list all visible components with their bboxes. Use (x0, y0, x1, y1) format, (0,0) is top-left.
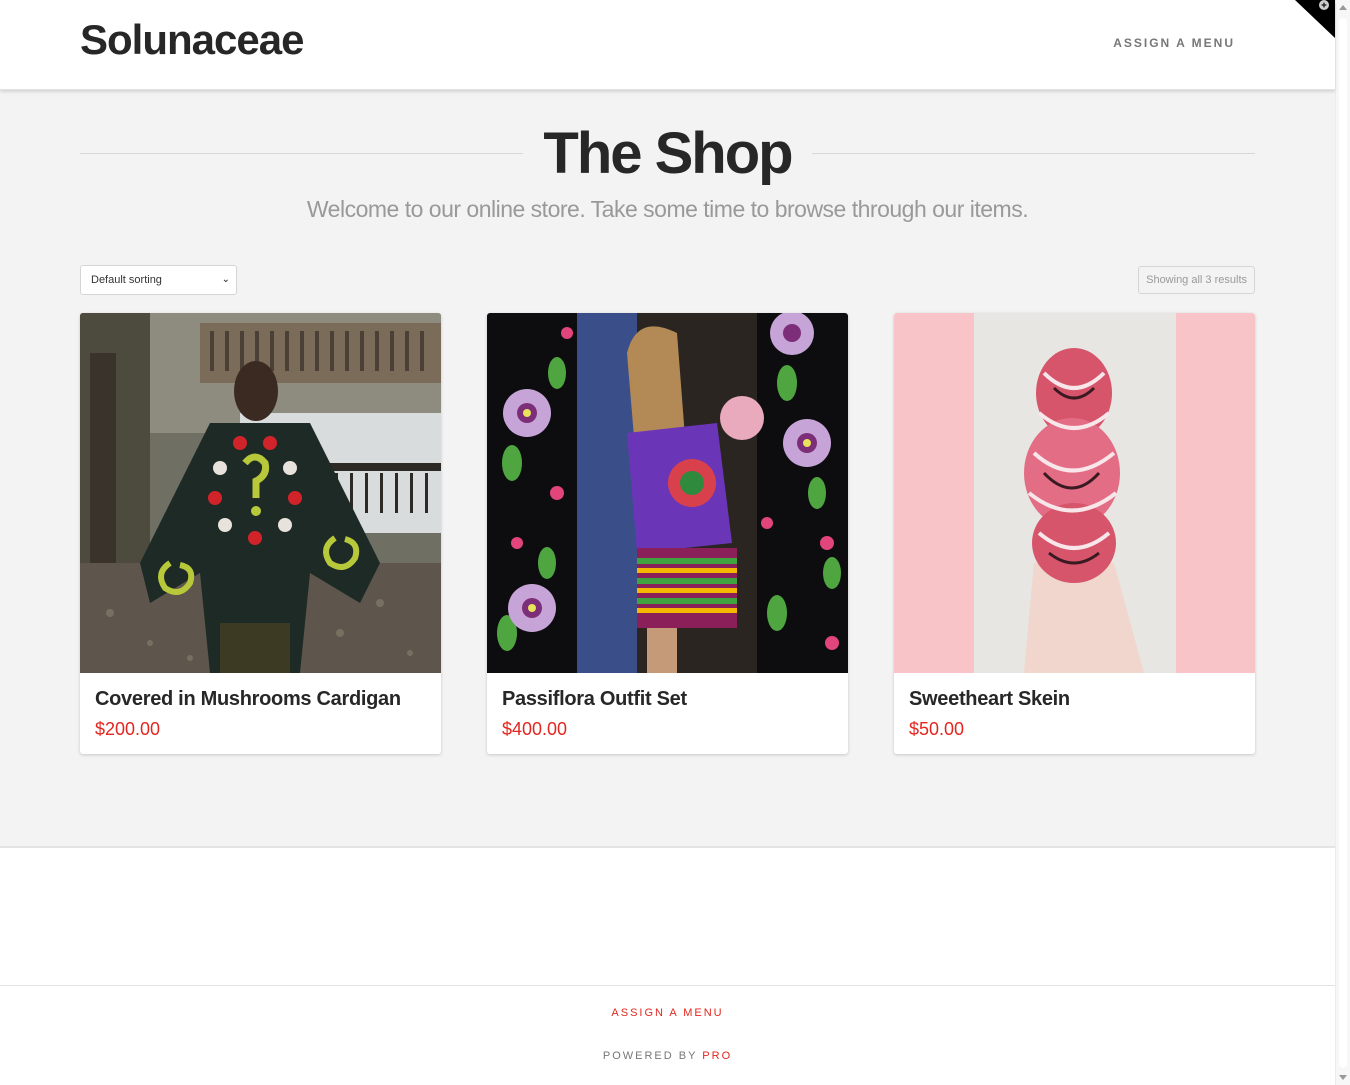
product-name[interactable]: Sweetheart Skein (909, 688, 1070, 711)
product-grid: Covered in Mushrooms Cardigan $200.00 Pa… (80, 313, 1255, 755)
result-count: Showing all 3 results (1138, 266, 1255, 294)
product-price: $200.00 (95, 719, 161, 739)
product-card[interactable]: Passiflora Outfit Set $400.00 (487, 313, 848, 754)
chevron-down-icon[interactable] (1339, 1075, 1347, 1080)
sorting-select[interactable]: Default sorting ⌄ (80, 265, 237, 295)
product-image-cardigan[interactable] (80, 313, 441, 673)
product-image-passiflora[interactable] (487, 313, 848, 673)
page-subtitle: Welcome to our online store. Take some t… (306, 196, 1029, 222)
footer-widget-area (0, 848, 1335, 985)
site-brand-link[interactable]: Solunaceae (80, 16, 304, 64)
product-price: $50.00 (909, 719, 965, 739)
footer-assign-menu-link[interactable]: ASSIGN A MENU (0, 1007, 1335, 1019)
product-name[interactable]: Covered in Mushrooms Cardigan (95, 688, 401, 711)
product-name[interactable]: Passiflora Outfit Set (502, 688, 687, 711)
powered-by-text: POWERED BY PRO (0, 1050, 1335, 1062)
powered-by-pro-link[interactable]: PRO (702, 1050, 732, 1062)
product-card[interactable]: Covered in Mushrooms Cardigan $200.00 (80, 313, 441, 754)
scrollbar-thumb[interactable] (1339, 18, 1347, 1068)
sorting-select-value: Default sorting (91, 274, 162, 286)
site-footer: ASSIGN A MENU POWERED BY PRO (0, 985, 1335, 1085)
page-title: The Shop (543, 121, 793, 186)
chevron-up-icon[interactable] (1339, 5, 1347, 10)
site-header: Solunaceae ASSIGN A MENU (0, 0, 1335, 90)
shop-main: The Shop Welcome to our online store. Ta… (0, 90, 1335, 848)
chevron-down-icon: ⌄ (221, 274, 230, 285)
plus-circle-icon (1319, 0, 1329, 10)
product-price: $400.00 (502, 719, 568, 739)
product-image-skein[interactable] (894, 313, 1255, 673)
page-title-row: The Shop (80, 120, 1255, 188)
product-card[interactable]: Sweetheart Skein $50.00 (894, 313, 1255, 754)
vertical-scrollbar[interactable] (1335, 0, 1350, 1085)
page: Solunaceae ASSIGN A MENU The Shop Welcom… (0, 0, 1335, 1085)
powered-by-label: POWERED BY (602, 1050, 698, 1062)
header-assign-menu-link[interactable]: ASSIGN A MENU (1113, 36, 1235, 50)
corner-ribbon[interactable] (1295, 0, 1335, 38)
